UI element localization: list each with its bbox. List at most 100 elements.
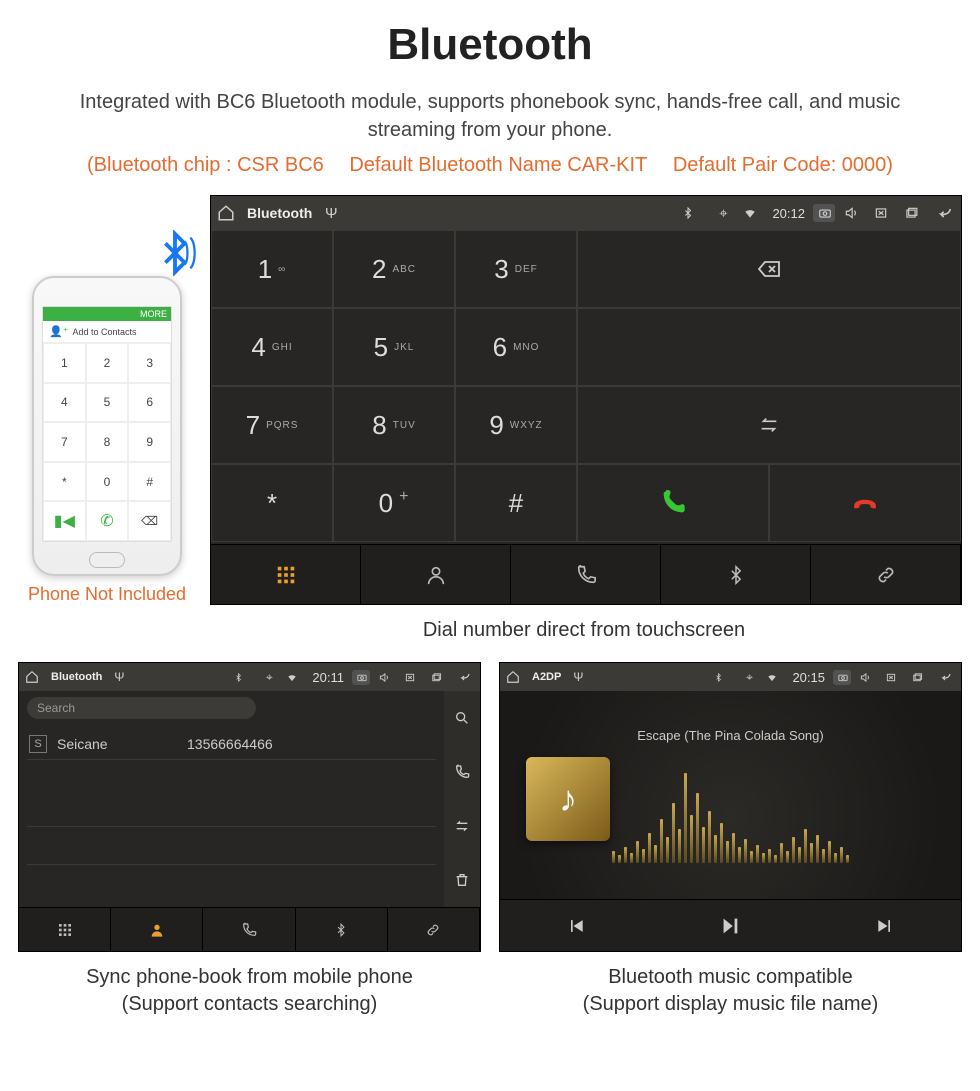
- phone-topbar: MORE: [43, 307, 171, 321]
- key-hash[interactable]: #: [455, 464, 577, 542]
- key-9[interactable]: 9WXYZ: [455, 386, 577, 464]
- a2dp-status-bar: A2DP Ψ ⌖ 20:15: [500, 663, 961, 691]
- a2dp-screen: A2DP Ψ ⌖ 20:15 ♪ Escape (The Pina Colada…: [499, 662, 962, 952]
- tab-call-log[interactable]: [203, 908, 295, 951]
- track-title: Escape (The Pina Colada Song): [637, 728, 823, 743]
- tab-bluetooth[interactable]: [296, 908, 388, 951]
- volume-icon[interactable]: [859, 672, 877, 683]
- volume-icon[interactable]: [843, 206, 865, 220]
- hangup-button[interactable]: [769, 464, 961, 542]
- tab-bluetooth[interactable]: [661, 545, 811, 604]
- key-7[interactable]: 7PQRS: [211, 386, 333, 464]
- key-5[interactable]: 5JKL: [333, 308, 455, 386]
- side-delete-icon[interactable]: [454, 872, 470, 888]
- phone-keypad: 123 456 789 *0# ▮◀ ✆ ⌫: [43, 343, 171, 541]
- dialer-keypad: 1∞ 2ABC 3DEF 4GHI 5JKL 6MNO 7PQRS 8TUV 9…: [211, 230, 577, 544]
- location-icon: ⌖: [260, 670, 278, 685]
- wifi-icon: [742, 206, 764, 220]
- next-track-button[interactable]: [875, 916, 895, 936]
- key-3[interactable]: 3DEF: [455, 230, 577, 308]
- page-spec: (Bluetooth chip : CSR BC6 Default Blueto…: [18, 154, 962, 177]
- home-icon[interactable]: [506, 670, 524, 684]
- a2dp-caption: Bluetooth music compatible (Support disp…: [499, 964, 962, 1018]
- back-icon[interactable]: [456, 671, 474, 683]
- page-description: Integrated with BC6 Bluetooth module, su…: [40, 88, 940, 144]
- usb-icon: Ψ: [320, 205, 342, 222]
- key-2[interactable]: 2ABC: [333, 230, 455, 308]
- phonebook-status-bar: Bluetooth Ψ ⌖ 20:11: [19, 663, 480, 691]
- back-icon[interactable]: [937, 671, 955, 683]
- close-icon[interactable]: [885, 672, 903, 683]
- status-time: 20:12: [772, 206, 805, 221]
- key-8[interactable]: 8TUV: [333, 386, 455, 464]
- phonebook-caption: Sync phone-book from mobile phone (Suppo…: [18, 964, 481, 1018]
- tab-contacts[interactable]: [111, 908, 203, 951]
- status-label: Bluetooth: [247, 205, 312, 221]
- key-star[interactable]: *: [211, 464, 333, 542]
- screenshot-icon[interactable]: [833, 670, 851, 685]
- phone-video-icon: ▮◀: [43, 501, 86, 541]
- spec-pair: Default Pair Code: 0000): [673, 154, 893, 176]
- backspace-button[interactable]: [577, 230, 961, 308]
- volume-icon[interactable]: [378, 672, 396, 683]
- dialer-screen: Bluetooth Ψ ⌖ 20:12: [210, 195, 962, 605]
- swap-button[interactable]: [577, 386, 961, 464]
- side-sync-icon[interactable]: [454, 818, 470, 834]
- key-0[interactable]: 0+: [333, 464, 455, 542]
- phone-backspace-icon: ⌫: [128, 501, 171, 541]
- home-icon[interactable]: [25, 670, 43, 684]
- wifi-icon: [766, 672, 784, 683]
- recent-icon[interactable]: [430, 672, 448, 683]
- close-icon[interactable]: [873, 206, 895, 220]
- bluetooth-waves-icon: [152, 230, 198, 276]
- phone-add-contacts: 👤⁺ Add to Contacts: [43, 321, 171, 343]
- phone-home-button: [89, 552, 125, 568]
- contact-row[interactable]: S Seicane 13566664466: [27, 729, 436, 760]
- contacts-search-input[interactable]: Search: [27, 697, 256, 719]
- key-6[interactable]: 6MNO: [455, 308, 577, 386]
- phone-mockup: MORE 👤⁺ Add to Contacts 123 456 789 *0# …: [32, 276, 182, 576]
- spec-chip: (Bluetooth chip : CSR BC6: [87, 154, 324, 176]
- prev-track-button[interactable]: [566, 916, 586, 936]
- close-icon[interactable]: [404, 672, 422, 683]
- tab-keypad[interactable]: [211, 545, 361, 604]
- bluetooth-icon: [714, 672, 732, 683]
- music-visualizer: [546, 753, 915, 863]
- bluetooth-icon: [682, 206, 704, 220]
- home-icon[interactable]: [217, 204, 239, 222]
- key-1[interactable]: 1∞: [211, 230, 333, 308]
- tab-pair[interactable]: [811, 545, 961, 604]
- a2dp-controls: [500, 899, 961, 951]
- bluetooth-icon: [234, 672, 252, 683]
- recent-icon[interactable]: [911, 672, 929, 683]
- side-search-icon[interactable]: [454, 710, 470, 726]
- phonebook-screen: Bluetooth Ψ ⌖ 20:11 Search: [18, 662, 481, 952]
- recent-icon[interactable]: [903, 206, 925, 220]
- back-icon[interactable]: [933, 205, 955, 221]
- screenshot-icon[interactable]: [813, 204, 835, 222]
- add-contact-icon: 👤⁺: [49, 325, 69, 338]
- contact-name: Seicane: [57, 736, 177, 752]
- tab-keypad[interactable]: [19, 908, 111, 951]
- usb-icon: Ψ: [569, 670, 587, 684]
- location-icon: ⌖: [740, 670, 758, 685]
- dialer-caption: Dial number direct from touchscreen: [208, 617, 960, 644]
- tab-pair[interactable]: [388, 908, 480, 951]
- phone-caption: Phone Not Included: [18, 584, 196, 605]
- tab-contacts[interactable]: [361, 545, 511, 604]
- tab-call-log[interactable]: [511, 545, 661, 604]
- key-4[interactable]: 4GHI: [211, 308, 333, 386]
- phonebook-tabs: [19, 907, 480, 951]
- page-title: Bluetooth: [18, 20, 962, 70]
- spec-name: Default Bluetooth Name CAR-KIT: [349, 154, 647, 176]
- contact-badge: S: [29, 735, 47, 753]
- phonebook-side-actions: [444, 691, 480, 907]
- usb-icon: Ψ: [110, 670, 128, 684]
- side-call-icon[interactable]: [454, 764, 470, 780]
- phone-call-icon: ✆: [86, 501, 129, 541]
- location-icon: ⌖: [712, 205, 734, 222]
- dialer-status-bar: Bluetooth Ψ ⌖ 20:12: [211, 196, 961, 230]
- play-pause-button[interactable]: [718, 915, 742, 937]
- call-button[interactable]: [577, 464, 769, 542]
- screenshot-icon[interactable]: [352, 670, 370, 685]
